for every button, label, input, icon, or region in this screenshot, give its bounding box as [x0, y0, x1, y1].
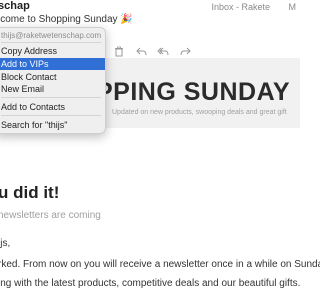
reply-icon[interactable] [134, 44, 148, 58]
sender-name[interactable]: schap [0, 0, 30, 12]
message-time: M [288, 2, 297, 12]
menu-item-add-to-vips[interactable]: Add to VIPs [0, 58, 105, 70]
email-greeting: ijs, [0, 238, 11, 249]
email-headline: u did it! [0, 183, 60, 202]
banner-title: PPING SUNDAY [96, 78, 291, 106]
message-subject: lcome to Shopping Sunday 🎉 [0, 14, 133, 25]
menu-item-search[interactable]: Search for "thijs" [0, 119, 105, 131]
menu-item-copy-address[interactable]: Copy Address [0, 45, 105, 57]
forward-icon[interactable] [178, 44, 192, 58]
reply-all-icon[interactable] [156, 44, 170, 58]
menu-email-address: thijs@raketwetenschap.com [1, 31, 102, 40]
email-paragraph-line-1: rked. From now on you will receive a new… [0, 259, 320, 270]
menu-divider [1, 42, 101, 43]
banner-subtitle: Updated on new products, swooping deals … [112, 109, 287, 116]
menu-divider [1, 115, 101, 116]
message-toolbar [112, 43, 192, 59]
menu-item-new-email[interactable]: New Email [0, 83, 105, 95]
email-subline: newsletters are coming [0, 210, 101, 221]
email-paragraph-line-2: ing with the latest products, competitiv… [0, 278, 301, 289]
menu-item-block-contact[interactable]: Block Contact [0, 71, 105, 83]
contact-context-menu: thijs@raketwetenschap.com Copy Address A… [0, 27, 106, 134]
trash-icon[interactable] [112, 44, 126, 58]
menu-item-add-to-contacts[interactable]: Add to Contacts [0, 101, 105, 113]
menu-divider [1, 97, 101, 98]
mailbox-label: Inbox - Rakete [211, 2, 270, 12]
